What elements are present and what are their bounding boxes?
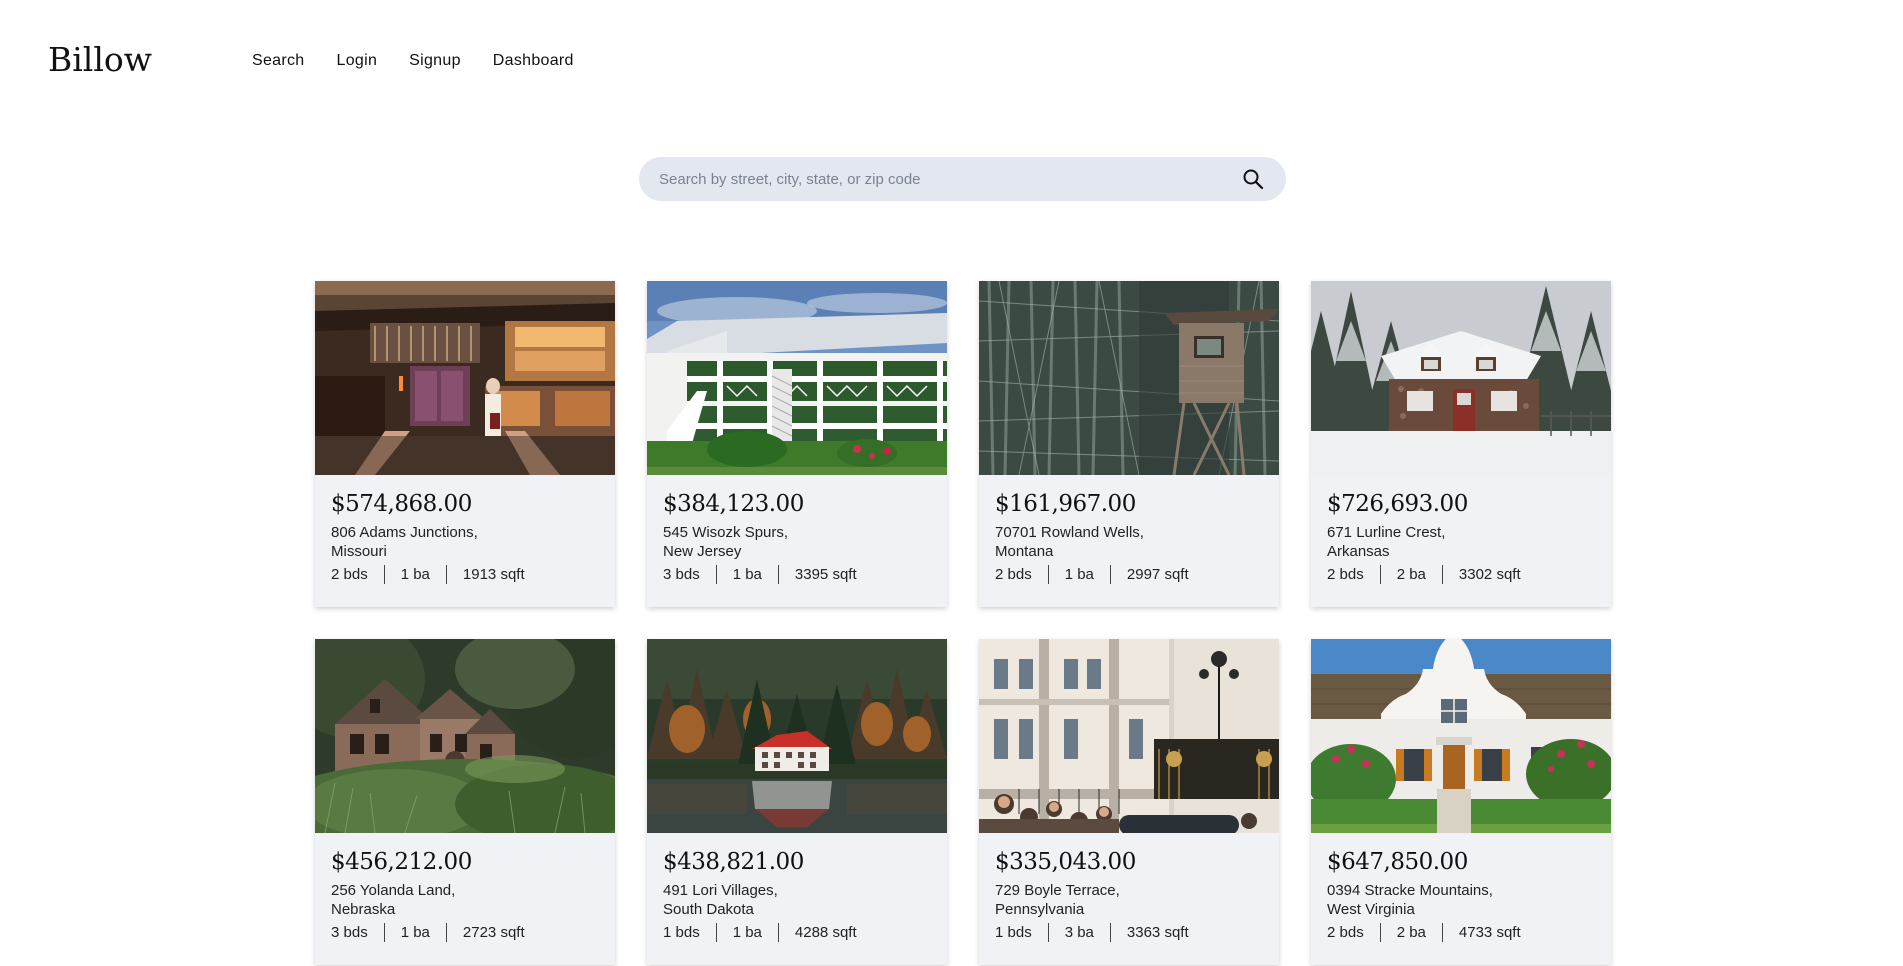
listing-card[interactable]: $335,043.00 729 Boyle Terrace, Pennsylvan…: [979, 639, 1279, 965]
listing-baths: 1 ba: [383, 565, 446, 584]
listing-beds: 2 bds: [995, 566, 1032, 583]
listing-photo: [315, 281, 615, 475]
search-input[interactable]: [659, 170, 1240, 188]
listing-specs: 3 bds 1 ba 2723 sqft: [331, 923, 599, 942]
listing-baths: 2 ba: [1379, 923, 1442, 942]
listing-address: 0394 Stracke Mountains, West Virginia: [1327, 882, 1493, 918]
listing-address: 806 Adams Junctions, Missouri: [331, 524, 478, 560]
listing-photo: [1311, 639, 1611, 833]
listing-price: $438,821.00: [663, 849, 804, 875]
listing-price: $161,967.00: [995, 491, 1136, 517]
listing-card[interactable]: $574,868.00 806 Adams Junctions, Missouri…: [315, 281, 615, 607]
listing-address: 729 Boyle Terrace, Pennsylvania: [995, 882, 1120, 918]
listing-sqft: 3395 sqft: [777, 565, 873, 584]
listing-photo: [315, 639, 615, 833]
listing-card[interactable]: $456,212.00 256 Yolanda Land, Nebraska 3 …: [315, 639, 615, 965]
listing-price: $456,212.00: [331, 849, 472, 875]
listing-price: $726,693.00: [1327, 491, 1468, 517]
listing-card[interactable]: $161,967.00 70701 Rowland Wells, Montana …: [979, 281, 1279, 607]
listing-beds: 3 bds: [663, 566, 700, 583]
logo[interactable]: Billow: [48, 40, 152, 79]
listing-photo: [979, 281, 1279, 475]
listing-specs: 1 bds 1 ba 4288 sqft: [663, 923, 931, 942]
listing-sqft: 3363 sqft: [1109, 923, 1205, 942]
listing-specs: 3 bds 1 ba 3395 sqft: [663, 565, 931, 584]
listing-baths: 1 ba: [1047, 565, 1110, 584]
listing-sqft: 3302 sqft: [1441, 565, 1537, 584]
listing-beds: 1 bds: [663, 924, 700, 941]
listing-specs: 2 bds 1 ba 2997 sqft: [995, 565, 1263, 584]
main-nav: Search Login Signup Dashboard: [252, 52, 606, 70]
listing-photo: [647, 281, 947, 475]
nav-login[interactable]: Login: [337, 52, 378, 70]
listing-card[interactable]: $384,123.00 545 Wisozk Spurs, New Jersey …: [647, 281, 947, 607]
listing-address: 671 Lurline Crest, Arkansas: [1327, 524, 1446, 560]
listing-specs: 2 bds 2 ba 4733 sqft: [1327, 923, 1595, 942]
listing-sqft: 4288 sqft: [777, 923, 873, 942]
listing-card[interactable]: $726,693.00 671 Lurline Crest, Arkansas 2…: [1311, 281, 1611, 607]
listing-address: 70701 Rowland Wells, Montana: [995, 524, 1144, 560]
listing-specs: 2 bds 1 ba 1913 sqft: [331, 565, 599, 584]
listing-beds: 3 bds: [331, 924, 368, 941]
listing-beds: 2 bds: [1327, 566, 1364, 583]
listing-specs: 1 bds 3 ba 3363 sqft: [995, 923, 1263, 942]
nav-search[interactable]: Search: [252, 52, 305, 70]
listing-baths: 1 ba: [383, 923, 446, 942]
listing-sqft: 4733 sqft: [1441, 923, 1537, 942]
listing-sqft: 2723 sqft: [445, 923, 541, 942]
search-icon[interactable]: [1240, 166, 1266, 192]
listing-beds: 1 bds: [995, 924, 1032, 941]
listing-baths: 3 ba: [1047, 923, 1110, 942]
listing-grid: $574,868.00 806 Adams Junctions, Missouri…: [315, 281, 1611, 965]
listing-photo: [979, 639, 1279, 833]
nav-signup[interactable]: Signup: [409, 52, 461, 70]
listing-specs: 2 bds 2 ba 3302 sqft: [1327, 565, 1595, 584]
listing-baths: 1 ba: [715, 923, 778, 942]
search-bar: [639, 157, 1286, 201]
listing-baths: 1 ba: [715, 565, 778, 584]
listing-price: $574,868.00: [331, 491, 472, 517]
listing-price: $335,043.00: [995, 849, 1136, 875]
listing-price: $647,850.00: [1327, 849, 1468, 875]
listing-photo: [647, 639, 947, 833]
listing-address: 491 Lori Villages, South Dakota: [663, 882, 778, 918]
listing-sqft: 1913 sqft: [445, 565, 541, 584]
listing-address: 256 Yolanda Land, Nebraska: [331, 882, 456, 918]
listing-card[interactable]: $647,850.00 0394 Stracke Mountains, West …: [1311, 639, 1611, 965]
listing-baths: 2 ba: [1379, 565, 1442, 584]
listing-card[interactable]: $438,821.00 491 Lori Villages, South Dako…: [647, 639, 947, 965]
listing-price: $384,123.00: [663, 491, 804, 517]
listing-sqft: 2997 sqft: [1109, 565, 1205, 584]
listing-beds: 2 bds: [331, 566, 368, 583]
listing-address: 545 Wisozk Spurs, New Jersey: [663, 524, 789, 560]
nav-dashboard[interactable]: Dashboard: [493, 52, 574, 70]
listing-photo: [1311, 281, 1611, 475]
listing-beds: 2 bds: [1327, 924, 1364, 941]
